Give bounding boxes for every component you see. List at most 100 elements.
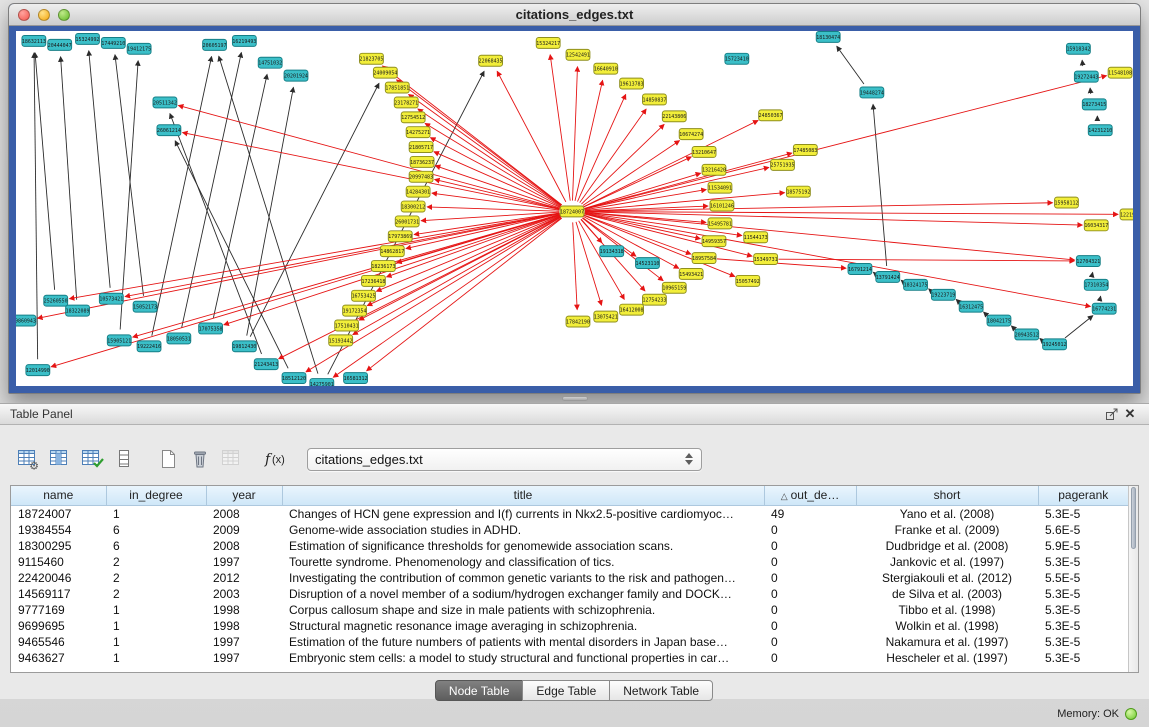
cell-title[interactable]: Estimation of significance thresholds fo… bbox=[282, 538, 764, 554]
cell-short[interactable]: Hescheler et al. (1997) bbox=[856, 650, 1038, 666]
graph-node[interactable]: 19172354 bbox=[343, 305, 367, 316]
graph-node[interactable]: 16640910 bbox=[594, 63, 618, 74]
cell-pagerank[interactable]: 5.3E-5 bbox=[1038, 618, 1128, 634]
table-row[interactable]: 977716911998Corpus callosum shape and si… bbox=[11, 602, 1128, 618]
column-visibility-icon[interactable] bbox=[46, 446, 73, 473]
minimize-window-button[interactable] bbox=[38, 9, 50, 21]
graph-node[interactable]: 12014990 bbox=[26, 365, 50, 376]
graph-node[interactable]: 21823705 bbox=[360, 53, 384, 64]
graph-node[interactable]: 12704321 bbox=[1076, 256, 1100, 267]
cell-year[interactable]: 2012 bbox=[206, 570, 282, 586]
graph-node[interactable]: 22143806 bbox=[662, 111, 686, 122]
cell-out_degree[interactable]: 49 bbox=[764, 505, 856, 522]
table-row[interactable]: 2242004622012Investigating the contribut… bbox=[11, 570, 1128, 586]
table-row[interactable]: 911546021997Tourette syndrome. Phenomeno… bbox=[11, 554, 1128, 570]
graph-node[interactable]: 15052173 bbox=[133, 301, 157, 312]
graph-node[interactable]: 19222416 bbox=[137, 341, 161, 352]
graph-node[interactable]: 14284301 bbox=[406, 186, 430, 197]
graph-node[interactable]: 19245012 bbox=[1043, 339, 1067, 350]
graph-node[interactable]: 12542491 bbox=[566, 49, 590, 60]
cell-out_degree[interactable]: 0 bbox=[764, 554, 856, 570]
cell-in_degree[interactable]: 6 bbox=[106, 522, 206, 538]
cell-name[interactable]: 9777169 bbox=[11, 602, 106, 618]
cell-in_degree[interactable]: 1 bbox=[106, 602, 206, 618]
delete-column-icon[interactable] bbox=[186, 446, 213, 473]
table-row[interactable]: 1938455462009Genome-wide association stu… bbox=[11, 522, 1128, 538]
graph-node[interactable]: 19272443 bbox=[1074, 71, 1098, 82]
graph-node[interactable]: 13075421 bbox=[594, 311, 618, 322]
graph-node[interactable]: 14275271 bbox=[406, 127, 430, 138]
graph-node[interactable]: 15324992 bbox=[76, 33, 100, 44]
cell-pagerank[interactable]: 5.3E-5 bbox=[1038, 586, 1128, 602]
cell-year[interactable]: 2008 bbox=[206, 538, 282, 554]
graph-node[interactable]: 20943512 bbox=[1015, 329, 1039, 340]
graph-node[interactable]: 17510431 bbox=[335, 320, 359, 331]
tab-node-table[interactable]: Node Table bbox=[435, 680, 524, 701]
graph-node[interactable]: 25751935 bbox=[771, 159, 795, 170]
cell-short[interactable]: Jankovic et al. (1997) bbox=[856, 554, 1038, 570]
graph-node[interactable]: 14275901 bbox=[310, 379, 334, 386]
graph-node[interactable]: 11544173 bbox=[744, 232, 768, 243]
new-column-icon[interactable] bbox=[154, 446, 181, 473]
graph-node[interactable]: 17851851 bbox=[385, 82, 409, 93]
graph-node[interactable]: 17310354 bbox=[1084, 279, 1108, 290]
column-header-year[interactable]: year bbox=[206, 486, 282, 505]
table-mode-icon[interactable] bbox=[110, 446, 137, 473]
graph-node[interactable]: 17485083 bbox=[793, 145, 817, 156]
graph-node[interactable]: 18130474 bbox=[816, 31, 840, 42]
graph-node[interactable]: 10573421 bbox=[99, 293, 123, 304]
cell-title[interactable]: Corpus callosum shape and size in male p… bbox=[282, 602, 764, 618]
graph-node[interactable]: 19448274 bbox=[860, 87, 884, 98]
graph-node[interactable]: 10965159 bbox=[662, 282, 686, 293]
cell-year[interactable]: 1998 bbox=[206, 618, 282, 634]
graph-node[interactable]: 18300212 bbox=[401, 201, 425, 212]
graph-node[interactable]: 15958112 bbox=[1055, 197, 1079, 208]
cell-name[interactable]: 18724007 bbox=[11, 505, 106, 522]
cell-short[interactable]: Wolkin et al. (1998) bbox=[856, 618, 1038, 634]
cell-short[interactable]: Tibbo et al. (1998) bbox=[856, 602, 1038, 618]
graph-node[interactable]: 19812430 bbox=[232, 341, 256, 352]
graph-node[interactable]: 24850367 bbox=[759, 110, 783, 121]
cell-year[interactable]: 2003 bbox=[206, 586, 282, 602]
cell-name[interactable]: 22420046 bbox=[11, 570, 106, 586]
cell-out_degree[interactable]: 0 bbox=[764, 634, 856, 650]
cell-short[interactable]: Dudbridge et al. (2008) bbox=[856, 538, 1038, 554]
cell-year[interactable]: 1997 bbox=[206, 634, 282, 650]
table-row[interactable]: 1456911722003Disruption of a novel membe… bbox=[11, 586, 1128, 602]
graph-node[interactable]: 18273415 bbox=[1082, 99, 1106, 110]
graph-node[interactable]: 16412008 bbox=[620, 304, 644, 315]
graph-node[interactable]: 11548108 bbox=[1108, 67, 1132, 78]
cell-name[interactable]: 9465546 bbox=[11, 634, 106, 650]
cell-title[interactable]: Embryonic stem cells: a model to study s… bbox=[282, 650, 764, 666]
graph-node[interactable]: 18724007 bbox=[560, 206, 584, 217]
graph-node[interactable]: 18050531 bbox=[167, 333, 191, 344]
graph-node[interactable]: 20201924 bbox=[284, 70, 308, 81]
graph-node[interactable]: 25260550 bbox=[44, 295, 68, 306]
function-builder-icon[interactable]: f(x) bbox=[262, 446, 289, 473]
graph-node[interactable]: 23178271 bbox=[394, 97, 418, 108]
graph-node[interactable]: 16219493 bbox=[232, 35, 256, 46]
graph-node[interactable]: 17236418 bbox=[362, 275, 386, 286]
graph-node[interactable]: 19412175 bbox=[127, 43, 151, 54]
close-panel-icon[interactable]: ✕ bbox=[1121, 406, 1139, 422]
cell-year[interactable]: 1998 bbox=[206, 602, 282, 618]
graph-node[interactable]: 18042175 bbox=[987, 315, 1011, 326]
graph-node[interactable]: 18957584 bbox=[692, 253, 716, 264]
graph-node[interactable]: 14959357 bbox=[702, 236, 726, 247]
table-row[interactable]: 969969511998Structural magnetic resonanc… bbox=[11, 618, 1128, 634]
import-table-icon[interactable] bbox=[218, 446, 245, 473]
cell-in_degree[interactable]: 2 bbox=[106, 570, 206, 586]
table-select-dropdown[interactable]: citations_edges.txt bbox=[307, 448, 702, 471]
cell-short[interactable]: Yano et al. (2008) bbox=[856, 505, 1038, 522]
zoom-window-button[interactable] bbox=[58, 9, 70, 21]
table-settings-icon[interactable]: ⚙ bbox=[14, 446, 41, 473]
table-row[interactable]: 946362711997Embryonic stem cells: a mode… bbox=[11, 650, 1128, 666]
graph-node[interactable]: 16753425 bbox=[352, 290, 376, 301]
cell-name[interactable]: 9463627 bbox=[11, 650, 106, 666]
cell-out_degree[interactable]: 0 bbox=[764, 586, 856, 602]
graph-node[interactable]: 18324175 bbox=[904, 279, 928, 290]
graph-node[interactable]: 20605197 bbox=[203, 39, 227, 50]
cell-pagerank[interactable]: 5.5E-5 bbox=[1038, 570, 1128, 586]
graph-node[interactable]: 16101246 bbox=[710, 200, 734, 211]
cell-name[interactable]: 19384554 bbox=[11, 522, 106, 538]
